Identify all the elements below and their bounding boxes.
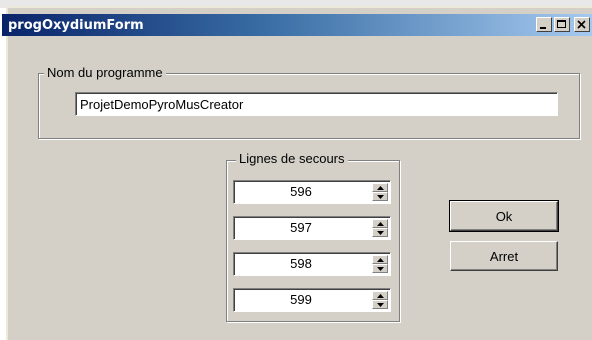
spinner-value: 597 [290,220,312,235]
arrow-down-icon [377,267,384,271]
spin-down-button[interactable] [372,300,388,309]
screen: progOxydiumForm Nom du programme ProjetD… [0,0,592,340]
spin-down-button[interactable] [372,228,388,237]
arrow-up-icon [377,222,384,226]
spinner-value: 596 [290,184,312,199]
arrow-down-icon [377,303,384,307]
spinner-buttons [372,291,388,309]
maximize-button[interactable] [554,17,570,32]
title-bar[interactable]: progOxydiumForm [2,14,592,36]
program-name-legend: Nom du programme [44,66,166,80]
spin-up-button[interactable] [372,291,388,300]
backup-line-spinner[interactable]: 597 [233,216,391,240]
close-icon [577,20,586,29]
arrow-down-icon [377,231,384,235]
close-button[interactable] [574,17,590,32]
minimize-icon [540,27,546,29]
spin-up-button[interactable] [372,219,388,228]
spinner-value: 598 [290,256,312,271]
spinner-buttons [372,255,388,273]
spin-up-button[interactable] [372,255,388,264]
spinner-value: 599 [290,292,312,307]
program-name-value: ProjetDemoPyroMusCreator [80,96,244,112]
spin-up-button[interactable] [372,183,388,192]
backup-line-spinner[interactable]: 596 [233,180,391,204]
arrow-up-icon [377,294,384,298]
backup-line-spinner[interactable]: 598 [233,252,391,276]
maximize-icon [557,20,566,28]
backup-lines-legend: Lignes de secours [236,152,348,166]
spin-down-button[interactable] [372,192,388,201]
window-controls [536,17,590,32]
ok-button[interactable]: Ok [449,200,559,232]
arrow-up-icon [377,186,384,190]
spin-down-button[interactable] [372,264,388,273]
minimize-button[interactable] [536,17,552,32]
arrow-down-icon [377,195,384,199]
spinner-buttons [372,183,388,201]
program-name-input[interactable]: ProjetDemoPyroMusCreator [75,92,558,116]
arrow-up-icon [377,258,384,262]
stop-button[interactable]: Arret [450,241,558,271]
backup-line-spinner[interactable]: 599 [233,288,391,312]
spinner-buttons [372,219,388,237]
window-title: progOxydiumForm [8,17,144,33]
